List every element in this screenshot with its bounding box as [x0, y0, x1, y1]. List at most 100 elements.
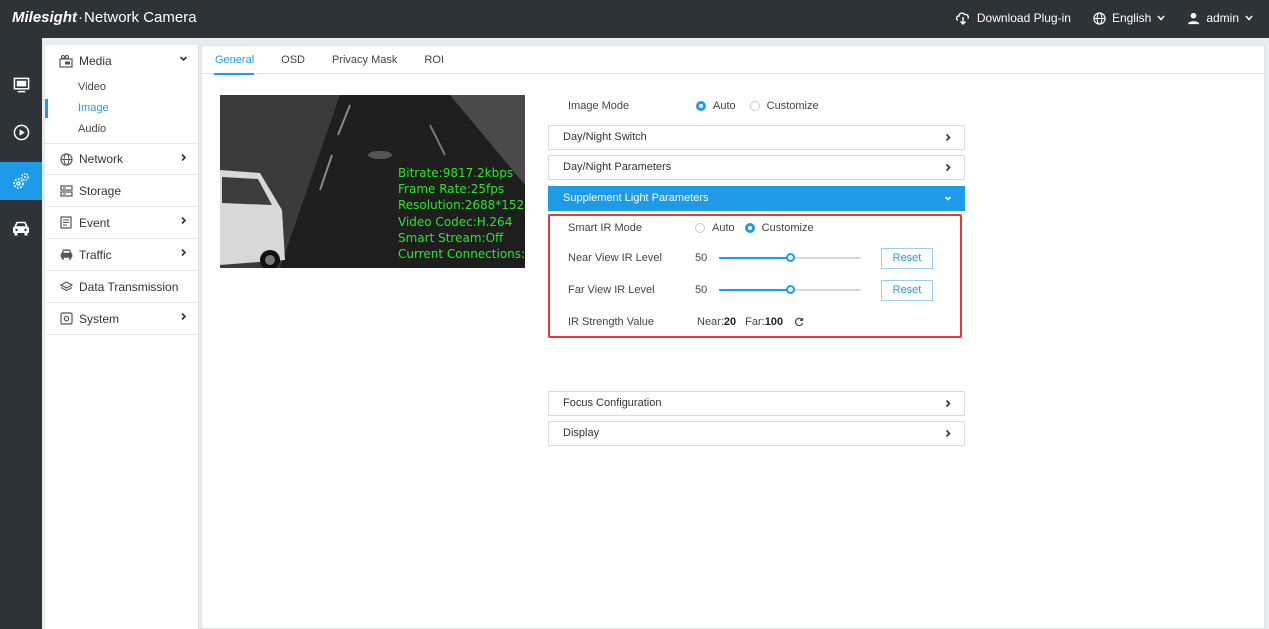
tab-roi[interactable]: ROI: [423, 46, 456, 74]
smart-ir-customize-label: Customize: [761, 222, 814, 234]
rail-traffic[interactable]: [0, 209, 42, 247]
event-icon: [59, 216, 73, 230]
menu-event[interactable]: Event: [45, 207, 198, 239]
language-dropdown[interactable]: English: [1093, 11, 1165, 25]
display-section[interactable]: Display: [548, 421, 965, 446]
menu-network-label: Network: [79, 152, 124, 166]
resolution-text: Resolution:2688*1520: [398, 198, 525, 213]
chevron-down-icon: [944, 196, 952, 201]
brand: Milesight·Network Camera: [12, 9, 197, 26]
image-mode-customize-radio[interactable]: [749, 101, 760, 111]
image-settings: Image Mode Auto Customize Day/Night Swit…: [548, 94, 966, 446]
car-icon: [13, 221, 29, 235]
image-mode-customize-label: Customize: [766, 100, 819, 112]
tab-privacy-mask[interactable]: Privacy Mask: [331, 46, 409, 74]
far-strength-prefix: Far:: [745, 316, 765, 328]
content-panel: General OSD Privacy Mask ROI Bitrate:981…: [201, 45, 1265, 629]
chevron-right-icon: [945, 163, 951, 172]
chevron-right-icon: [181, 248, 187, 257]
top-right-actions: Download Plug-in English admin: [955, 11, 1253, 25]
chevron-down-icon: [179, 56, 188, 62]
user-icon: [1188, 12, 1200, 24]
media-icon: [59, 54, 73, 68]
near-view-ir-row: Near View IR Level 50 Reset: [568, 247, 933, 269]
far-view-ir-value: 50: [695, 284, 708, 296]
near-view-ir-slider-handle[interactable]: [786, 253, 795, 262]
tab-general[interactable]: General: [214, 46, 266, 75]
near-view-ir-slider-fill: [719, 257, 790, 259]
smart-ir-auto-radio[interactable]: [695, 223, 705, 233]
globe-icon: [1093, 11, 1106, 25]
near-strength-value: 20: [723, 316, 737, 328]
smart-ir-auto-label: Auto: [712, 222, 735, 234]
menu-video[interactable]: Video: [45, 77, 198, 98]
menu-storage-label: Storage: [79, 183, 122, 198]
ir-strength-label: IR Strength Value: [568, 316, 655, 328]
near-strength-prefix: Near:: [697, 316, 724, 328]
plugin-icon: [955, 12, 969, 25]
supplement-light-section[interactable]: Supplement Light Parameters: [548, 186, 965, 211]
brand-title: Network Camera: [84, 9, 197, 26]
system-icon: [59, 312, 73, 326]
layers-icon: [59, 280, 73, 294]
rail-live-view[interactable]: [0, 66, 42, 104]
user-dropdown[interactable]: admin: [1187, 11, 1253, 25]
focus-configuration-section[interactable]: Focus Configuration: [548, 391, 965, 416]
far-view-ir-slider[interactable]: [719, 285, 861, 294]
menu-event-label: Event: [79, 215, 110, 230]
day-night-parameters-label: Day/Night Parameters: [563, 161, 672, 173]
far-view-ir-label: Far View IR Level: [568, 284, 655, 296]
far-strength-value: 100: [764, 316, 784, 328]
far-view-ir-slider-handle[interactable]: [786, 285, 795, 294]
ir-strength-row: IR Strength Value Near: 20 Far: 100: [568, 312, 804, 332]
near-view-reset-button[interactable]: Reset: [881, 247, 933, 269]
monitor-icon: [13, 77, 29, 93]
display-label: Display: [563, 427, 600, 439]
menu-audio[interactable]: Audio: [45, 119, 198, 140]
smart-stream-text: Smart Stream:Off: [398, 230, 504, 245]
chevron-right-icon: [181, 312, 187, 321]
menu-media[interactable]: Media: [45, 45, 198, 77]
smart-ir-mode-row: Smart IR Mode Auto Customize: [568, 218, 828, 238]
playback-icon: [13, 124, 29, 140]
brand-separator: ·: [78, 9, 84, 26]
menu-traffic-label: Traffic: [79, 247, 112, 262]
menu-image[interactable]: Image: [45, 98, 198, 119]
rail-settings[interactable]: [0, 162, 42, 200]
day-night-parameters-section[interactable]: Day/Night Parameters: [548, 155, 965, 180]
icon-rail: [0, 38, 42, 629]
menu-data-transmission[interactable]: Data Transmission: [45, 271, 198, 303]
menu-traffic[interactable]: Traffic: [45, 239, 198, 271]
far-view-reset-button[interactable]: Reset: [881, 279, 933, 301]
smart-ir-mode-label: Smart IR Mode: [568, 222, 642, 234]
tab-bar: General OSD Privacy Mask ROI: [202, 46, 1264, 75]
car-icon: [59, 248, 73, 262]
tab-osd[interactable]: OSD: [280, 46, 317, 74]
smart-ir-customize-radio[interactable]: [744, 223, 755, 233]
far-view-ir-row: Far View IR Level 50 Reset: [568, 279, 933, 301]
language-label: English: [1111, 11, 1152, 25]
refresh-icon[interactable]: [794, 317, 804, 327]
day-night-switch-label: Day/Night Switch: [563, 131, 647, 143]
bitrate-text: Bitrate:9817.2kbps: [398, 166, 514, 180]
frame-rate-text: Frame Rate:25fps: [398, 182, 505, 197]
image-mode-label: Image Mode: [568, 100, 630, 112]
top-bar: Milesight·Network Camera Download Plug-i…: [0, 0, 1269, 38]
settings-gears-icon: [13, 173, 29, 189]
chevron-right-icon: [181, 153, 187, 162]
menu-system[interactable]: System: [45, 303, 198, 335]
download-plugin-link[interactable]: Download Plug-in: [955, 11, 1071, 25]
rail-playback[interactable]: [0, 113, 42, 151]
image-mode-auto-radio[interactable]: [696, 101, 706, 111]
menu-network[interactable]: Network: [45, 143, 198, 175]
image-mode-row: Image Mode Auto Customize: [548, 94, 966, 118]
supplement-light-highlight: Smart IR Mode Auto Customize Near View I…: [548, 214, 962, 338]
menu-storage[interactable]: Storage: [45, 175, 198, 207]
connections-text: Current Connections:1: [398, 247, 525, 262]
live-video-preview[interactable]: Bitrate:9817.2kbps Frame Rate:25fps Reso…: [220, 95, 525, 268]
near-view-ir-slider[interactable]: [719, 253, 861, 262]
chevron-right-icon: [945, 133, 951, 142]
day-night-switch-section[interactable]: Day/Night Switch: [548, 125, 965, 150]
side-menu: Media Video Image Audio Network Storage …: [45, 45, 199, 629]
focus-configuration-label: Focus Configuration: [563, 397, 662, 409]
